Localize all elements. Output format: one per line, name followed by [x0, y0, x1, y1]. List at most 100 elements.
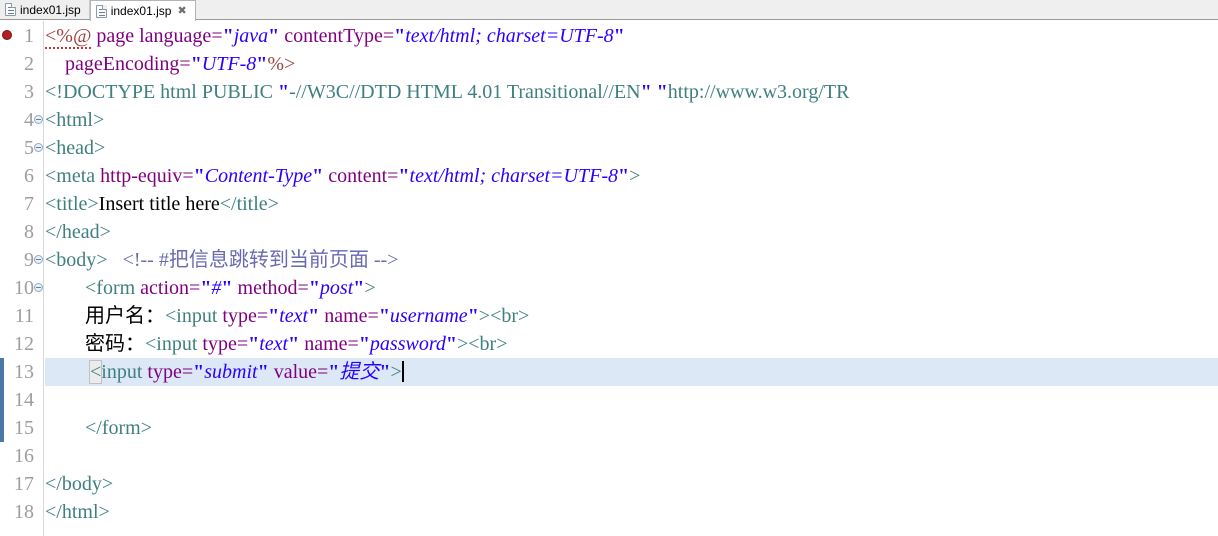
fold-collapse-icon[interactable] [34, 283, 43, 292]
code-token-tag: <form [85, 277, 136, 299]
code-line[interactable]: </head> [45, 218, 1218, 246]
line-number: 9 [24, 249, 34, 271]
code-line[interactable]: <%@ page language="java" contentType="te… [45, 22, 1218, 50]
code-token-val: text [279, 305, 309, 327]
error-marker-icon[interactable] [2, 30, 12, 40]
code-line[interactable]: <title>Insert title here</title> [45, 190, 1218, 218]
code-line[interactable]: 密码：<input type="text" name="password"><b… [45, 330, 1218, 358]
code-token-quote: " [268, 305, 280, 327]
code-token-quote: " [308, 305, 320, 327]
line-number: 8 [24, 221, 34, 243]
code-token-attr: language= [139, 25, 223, 47]
code-line[interactable]: </body> [45, 470, 1218, 498]
code-token-quote: " [445, 333, 457, 355]
code-token-attr: contentType= [284, 25, 395, 47]
tab-label: index01.jsp [20, 2, 81, 17]
text-cursor [401, 361, 404, 382]
code-token-tag: </title> [219, 193, 279, 215]
jsp-file-icon [95, 4, 107, 18]
code-token-quote: " [398, 165, 410, 187]
code-line[interactable]: </form> [45, 414, 1218, 442]
code-token-quote: " [200, 277, 212, 299]
code-token-tag: <br> [490, 305, 530, 327]
code-token-quote: " [288, 333, 300, 355]
code-token-val: username [389, 305, 468, 327]
code-token-tag: > [629, 165, 641, 187]
code-token-quote: " [640, 81, 652, 103]
line-number: 6 [24, 165, 34, 187]
line-number: 18 [14, 501, 34, 523]
code-line[interactable]: <body> <!-- #把信息跳转到当前页面 --> [45, 246, 1218, 274]
code-token-attr: method= [237, 277, 309, 299]
fold-collapse-icon[interactable] [34, 115, 43, 124]
code-token-tag: > [364, 277, 376, 299]
line-number: 7 [24, 193, 34, 215]
annotation-ruler[interactable] [2, 21, 13, 536]
code-token-val: text/html; charset=UTF-8 [409, 165, 618, 187]
code-token-tag: </html> [45, 501, 110, 523]
code-token-quote: " [256, 53, 268, 75]
code-line[interactable]: <head> [45, 134, 1218, 162]
code-token-val: # [211, 277, 222, 299]
code-token-tag: <body> [45, 249, 108, 271]
code-token-tag: <br> [468, 333, 508, 355]
code-line[interactable]: <form action="#" method="post"> [45, 274, 1218, 302]
code-line[interactable]: <!DOCTYPE html PUBLIC "-//W3C//DTD HTML … [45, 78, 1218, 106]
code-token-val: submit [204, 361, 258, 383]
code-token-quote: " [312, 165, 324, 187]
code-token-quote: " [248, 333, 260, 355]
code-token-val: text [259, 333, 289, 355]
code-token-quote: " [353, 277, 365, 299]
code-token-attr: type= [202, 333, 249, 355]
line-number: 15 [14, 417, 34, 439]
code-token-attr: page [96, 25, 135, 47]
code-token-attr: type= [147, 361, 194, 383]
line-number: 1 [24, 25, 34, 47]
code-token-tag: <title> [45, 193, 99, 215]
code-token-tag: > [478, 305, 491, 327]
code-token-val: UTF-8 [201, 53, 257, 75]
code-line[interactable] [45, 442, 1218, 470]
close-icon[interactable]: ✖ [177, 5, 186, 17]
code-line[interactable]: pageEncoding="UTF-8"%> [45, 50, 1218, 78]
code-token-quote: " [268, 25, 280, 47]
code-token-cmt: <!-- #把信息跳转到当前页面 --> [122, 249, 399, 271]
line-number: 5 [24, 137, 34, 159]
code-token-doctype: http://www.w3.org/TR [667, 81, 850, 103]
line-number: 10 [14, 277, 34, 299]
code-token-quote: " [379, 361, 391, 383]
code-line[interactable]: <meta http-equiv="Content-Type" content=… [45, 162, 1218, 190]
fold-collapse-icon[interactable] [34, 255, 43, 264]
code-text-area[interactable]: <%@ page language="java" contentType="te… [45, 21, 1218, 536]
code-line[interactable]: 用户名：<input type="text" name="username"><… [45, 302, 1218, 330]
tab-index01-jsp-1[interactable]: index01.jsp [0, 0, 90, 19]
fold-collapse-icon[interactable] [34, 143, 43, 152]
code-token-jsp: <%@ [45, 25, 92, 49]
line-number-gutter: 1 2 3 4 5 6 7 8 9 10 11 12 13 14 15 16 17 18 [13, 21, 44, 536]
code-token-attr: http-equiv= [100, 165, 194, 187]
code-token-quote: " [257, 361, 269, 383]
code-token-tag: > [456, 333, 469, 355]
code-line[interactable] [45, 386, 1218, 414]
code-token-attr: pageEncoding= [65, 53, 191, 75]
code-line[interactable]: </html> [45, 498, 1218, 526]
code-line[interactable]: <html> [45, 106, 1218, 134]
code-editor[interactable]: 1 2 3 4 5 6 7 8 9 10 11 12 13 14 15 16 17 18 <%@ page lan… [0, 21, 1218, 536]
code-token-val: Content-Type [204, 165, 313, 187]
code-line[interactable]: <input type="submit" value="提交"> [45, 358, 1218, 386]
code-token-doctype: -//W3C//DTD HTML 4.01 Transitional//EN [289, 81, 641, 103]
code-token-quote: " [656, 81, 668, 103]
code-token-tag: </head> [45, 221, 111, 243]
code-token-tag: input [101, 361, 143, 383]
code-token-quote: " [394, 25, 406, 47]
code-token-val: post [319, 277, 354, 299]
code-token-quote: " [221, 277, 233, 299]
code-token-quote: " [613, 25, 625, 47]
code-token-text: Insert title here [98, 193, 220, 215]
code-token-val: java [233, 25, 269, 47]
tab-index01-jsp-2[interactable]: index01.jsp ✖ [89, 0, 196, 21]
